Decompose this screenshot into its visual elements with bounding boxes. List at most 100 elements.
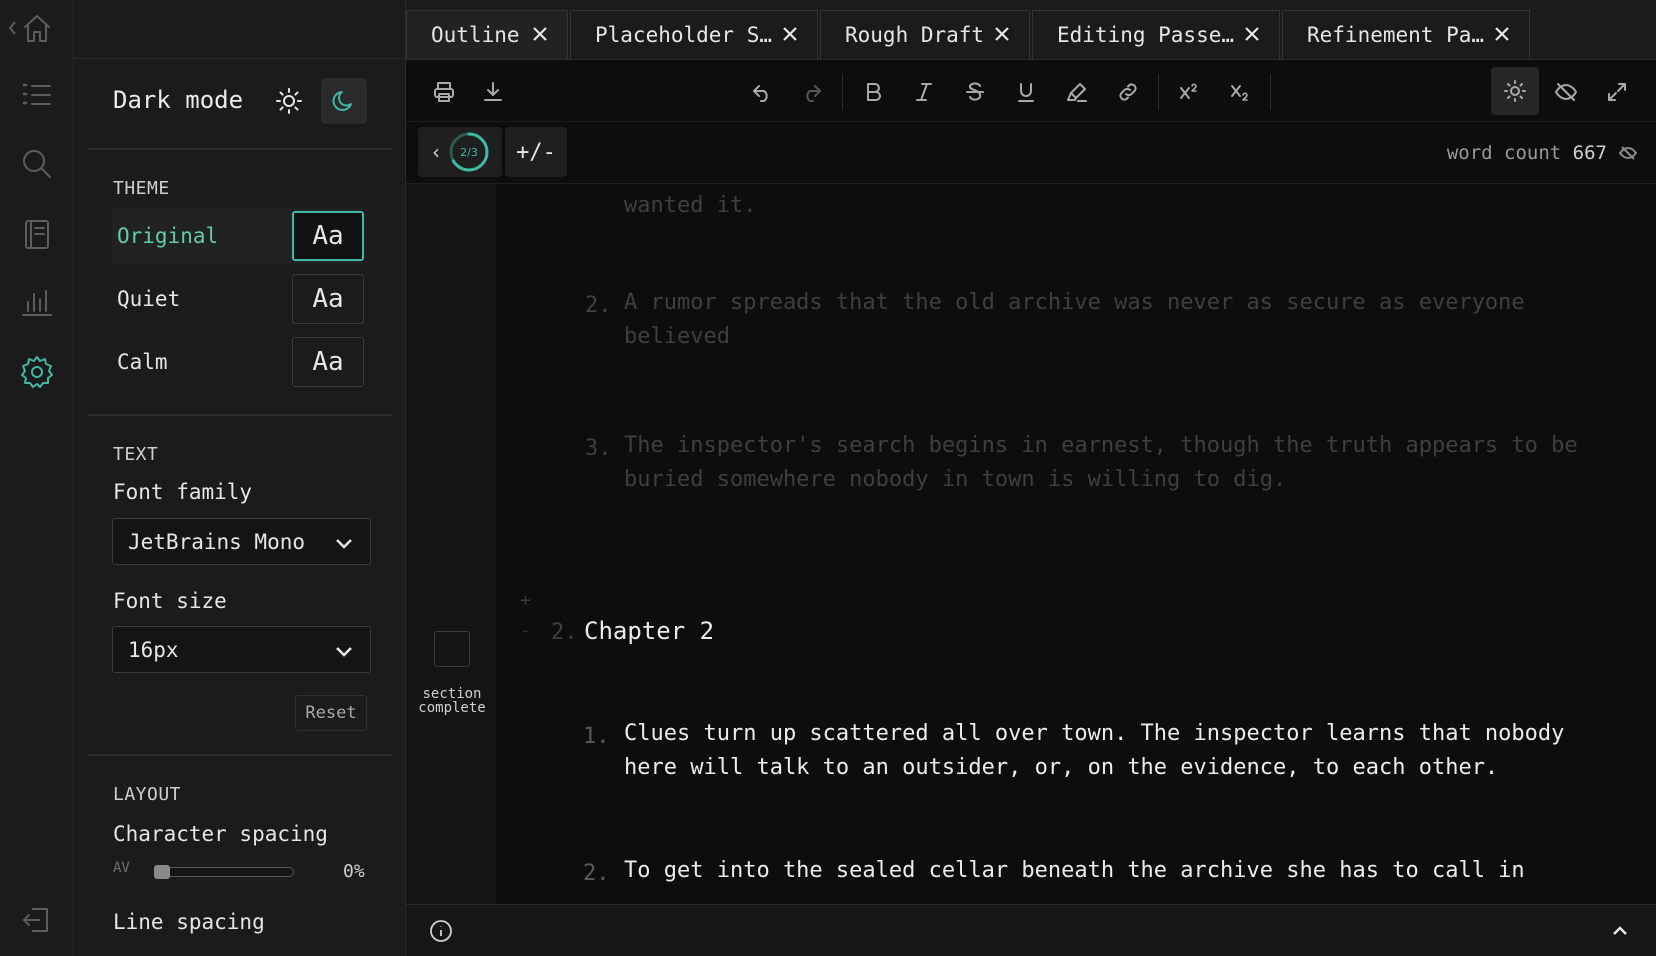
reset-button[interactable]: Reset — [295, 695, 367, 731]
print-icon[interactable] — [423, 71, 465, 113]
character-spacing-slider[interactable] — [156, 867, 294, 877]
collapse-section-button[interactable]: - — [520, 620, 531, 641]
outline-text[interactable]: here will talk to an outsider, or, on th… — [624, 751, 1498, 785]
home-icon[interactable] — [0, 0, 74, 56]
text-heading: TEXT — [113, 444, 159, 465]
progress-ring: 2/3 — [449, 132, 489, 172]
progress-navigator[interactable]: ‹ 2/3 — [418, 127, 502, 177]
close-icon[interactable] — [993, 24, 1011, 42]
close-icon[interactable] — [781, 24, 799, 42]
chevron-up-icon[interactable] — [1610, 921, 1630, 941]
chevron-down-icon — [336, 539, 352, 549]
outline-text[interactable]: buried somewhere nobody in town is willi… — [624, 463, 1286, 497]
theme-option-quiet[interactable]: Quiet Aa — [112, 271, 364, 327]
undo-icon[interactable] — [741, 71, 783, 113]
chapter-number: 2. — [551, 620, 578, 645]
redo-icon[interactable] — [791, 71, 833, 113]
font-size-select[interactable]: 16px — [112, 626, 371, 673]
tab-label: Refinement Pa… — [1307, 23, 1485, 47]
formatting-toolbar — [406, 60, 1656, 122]
font-family-value: JetBrains Mono — [128, 529, 306, 554]
font-size-label: Font size — [113, 589, 227, 613]
tab-rough-draft[interactable]: Rough Draft — [820, 10, 1030, 59]
font-size-value: 16px — [128, 637, 179, 662]
chapter-heading[interactable]: Chapter 2 — [584, 617, 714, 645]
toolbar-separator — [842, 74, 843, 110]
sun-icon — [276, 88, 302, 114]
theme-sample[interactable]: Aa — [292, 337, 364, 387]
chevron-left-icon[interactable]: ‹ — [432, 140, 440, 164]
settings-panel: Dark mode THEME Original Aa Quiet Aa Cal… — [74, 0, 406, 956]
download-icon[interactable] — [472, 71, 514, 113]
word-count-value: 667 — [1572, 142, 1607, 164]
fullscreen-icon[interactable] — [1596, 71, 1638, 113]
theme-sample[interactable]: Aa — [292, 274, 364, 324]
font-family-select[interactable]: JetBrains Mono — [112, 518, 371, 565]
item-number: 2. — [583, 861, 610, 886]
underline-icon[interactable] — [1005, 71, 1047, 113]
subscript-icon[interactable] — [1219, 71, 1261, 113]
dark-mode-label: Dark mode — [113, 86, 244, 114]
settings-icon[interactable] — [0, 344, 74, 400]
section-gutter — [406, 184, 496, 904]
status-bar — [406, 904, 1656, 956]
section-complete-label: section complete — [418, 686, 486, 716]
dark-mode-button[interactable] — [321, 78, 367, 124]
strikethrough-icon[interactable] — [954, 71, 996, 113]
theme-option-original[interactable]: Original Aa — [112, 208, 364, 264]
outline-text[interactable]: A rumor spreads that the old archive was… — [624, 286, 1525, 320]
tab-label: Rough Draft — [845, 23, 985, 47]
close-icon[interactable] — [531, 24, 549, 42]
outline-text[interactable]: To get into the sealed cellar beneath th… — [624, 854, 1525, 888]
tab-placeholder[interactable]: Placeholder S… — [570, 10, 818, 59]
outline-text[interactable]: Clues turn up scattered all over town. T… — [624, 717, 1564, 751]
focus-mode-icon[interactable] — [1491, 67, 1539, 115]
divider — [74, 58, 406, 59]
outline-text[interactable]: The inspector's search begins in earnest… — [624, 429, 1578, 463]
close-icon[interactable] — [1243, 24, 1261, 42]
tab-label: Placeholder S… — [595, 23, 773, 47]
search-icon[interactable] — [0, 136, 74, 192]
tab-label: Outline — [431, 23, 520, 47]
toolbar-separator — [1270, 74, 1271, 110]
link-icon[interactable] — [1107, 71, 1149, 113]
hide-word-count-icon[interactable] — [1618, 144, 1638, 162]
icon-rail — [0, 0, 74, 956]
tab-label: Editing Passe… — [1057, 23, 1235, 47]
hide-icon[interactable] — [1545, 71, 1587, 113]
word-count-label: word count — [1446, 142, 1562, 164]
highlight-icon[interactable] — [1056, 71, 1098, 113]
theme-name: Calm — [117, 350, 168, 374]
font-family-label: Font family — [113, 480, 253, 504]
theme-name: Quiet — [117, 287, 181, 311]
superscript-icon[interactable] — [1168, 71, 1210, 113]
tab-editing-passes[interactable]: Editing Passe… — [1032, 10, 1280, 59]
stats-icon[interactable] — [0, 274, 74, 330]
add-section-button[interactable]: + — [520, 590, 531, 611]
slider-thumb[interactable] — [154, 865, 170, 879]
tab-bar: Outline Placeholder S… Rough Draft Editi… — [406, 0, 1656, 60]
light-mode-button[interactable] — [266, 78, 312, 124]
notebook-icon[interactable] — [0, 206, 74, 262]
tab-outline[interactable]: Outline — [406, 10, 568, 59]
outline-text[interactable]: believed — [624, 320, 730, 354]
editor: ‹ 2/3 +/- word count 667 wanted it. 2. A… — [406, 60, 1656, 956]
theme-sample[interactable]: Aa — [292, 211, 364, 261]
divider — [87, 414, 393, 416]
info-icon[interactable] — [429, 919, 453, 943]
logout-icon[interactable] — [0, 892, 74, 948]
tab-refinement-pass[interactable]: Refinement Pa… — [1282, 10, 1530, 59]
bold-icon[interactable] — [852, 71, 894, 113]
italic-icon[interactable] — [903, 71, 945, 113]
theme-option-calm[interactable]: Calm Aa — [112, 334, 364, 390]
section-complete-checkbox[interactable] — [434, 631, 470, 667]
item-number: 2. — [585, 293, 612, 318]
moon-icon — [332, 91, 352, 111]
outline-text[interactable]: wanted it. — [624, 189, 756, 223]
character-spacing-value: 0% — [343, 861, 365, 882]
expand-collapse-button[interactable]: +/- — [505, 127, 567, 177]
item-number: 3. — [585, 436, 612, 461]
close-icon[interactable] — [1493, 24, 1511, 42]
chevron-down-icon — [336, 647, 352, 657]
list-icon[interactable] — [0, 67, 74, 123]
